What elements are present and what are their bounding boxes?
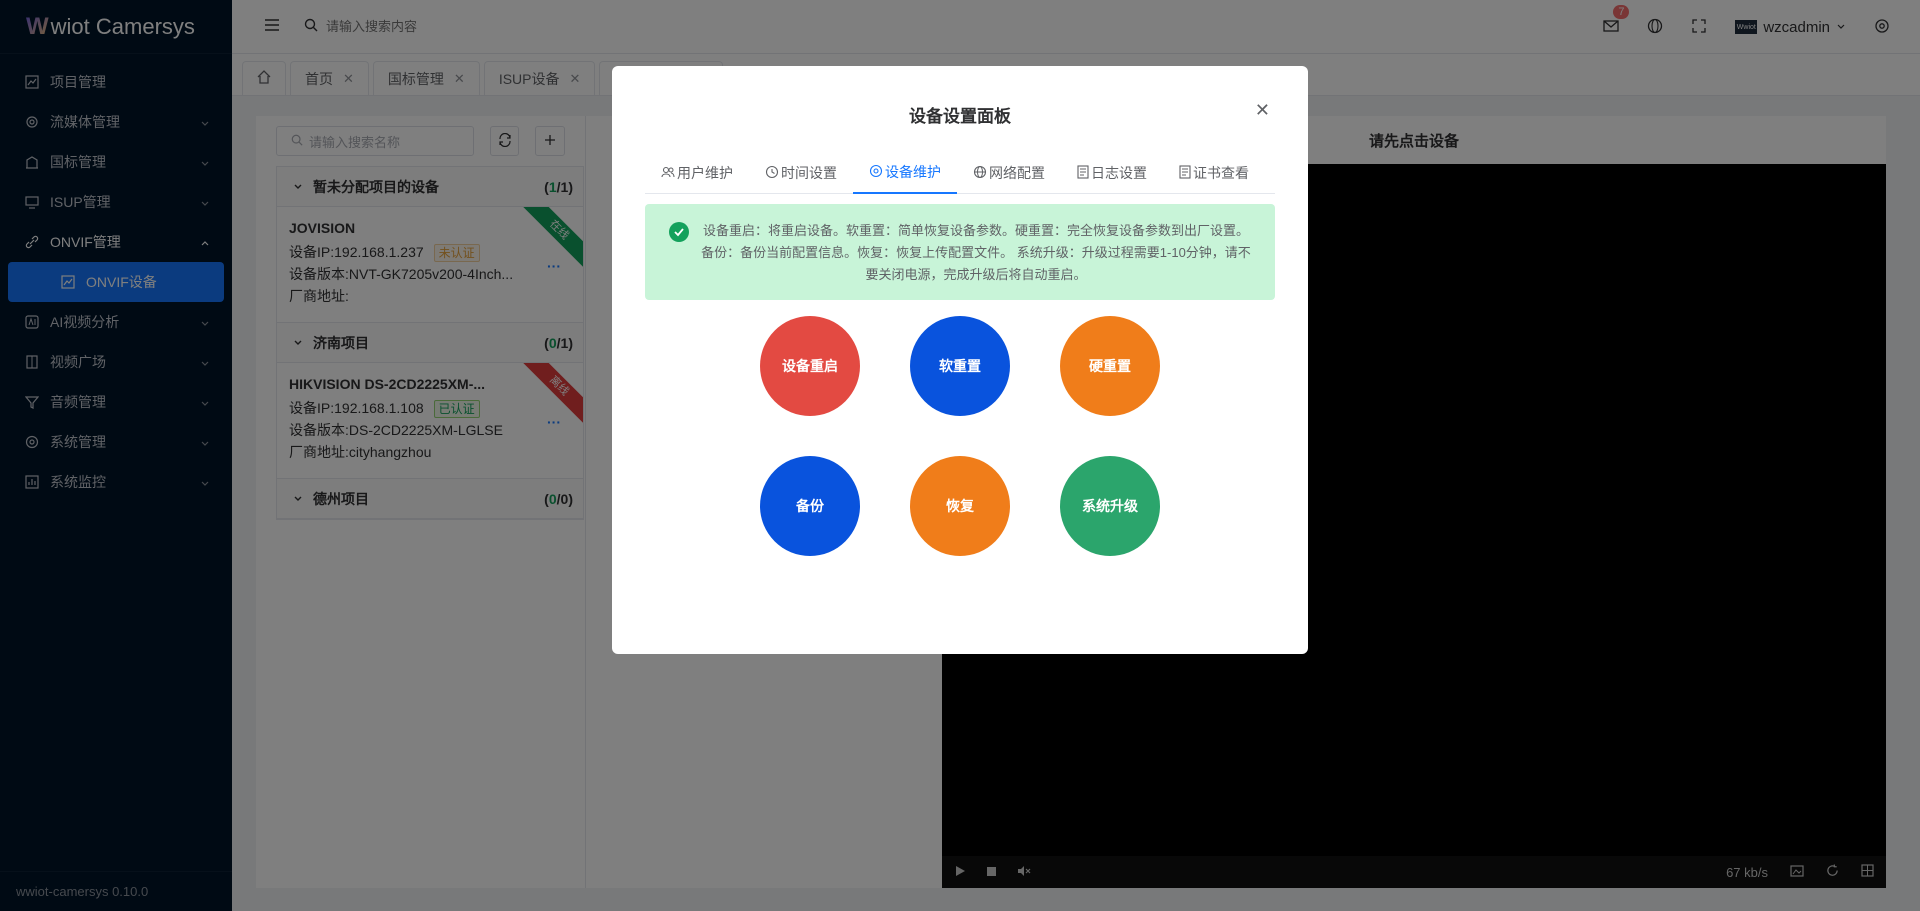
reboot-button[interactable]: 设备重启	[760, 316, 860, 416]
users-icon	[661, 165, 675, 182]
document-icon	[1179, 164, 1191, 182]
system-upgrade-button[interactable]: 系统升级	[1060, 456, 1160, 556]
clock-icon	[765, 165, 779, 182]
close-icon[interactable]: ✕	[1255, 100, 1270, 121]
device-settings-modal: 设备设置面板 ✕ 用户维护 时间设置 设备维护 网络配置 日志设置 证书查看 设…	[612, 66, 1308, 654]
modal-tabs: 用户维护 时间设置 设备维护 网络配置 日志设置 证书查看	[645, 152, 1275, 194]
tab-user-maintenance[interactable]: 用户维护	[645, 152, 749, 194]
soft-reset-button[interactable]: 软重置	[910, 316, 1010, 416]
modal-title: 设备设置面板	[909, 107, 1011, 126]
document-icon	[1077, 164, 1089, 182]
tab-certificates[interactable]: 证书查看	[1163, 152, 1265, 194]
check-circle-icon	[669, 222, 689, 242]
tab-time-settings[interactable]: 时间设置	[749, 152, 853, 194]
restore-button[interactable]: 恢复	[910, 456, 1010, 556]
alert-text: 设备重启：将重启设备。软重置：简单恢复设备参数。硬重置：完全恢复设备参数到出厂设…	[701, 223, 1251, 282]
tab-device-maintenance[interactable]: 设备维护	[853, 152, 957, 194]
action-row: 设备重启 软重置 硬重置	[760, 316, 1160, 416]
action-row: 备份 恢复 系统升级	[760, 456, 1160, 556]
tab-label: 日志设置	[1091, 165, 1147, 181]
action-buttons: 设备重启 软重置 硬重置 备份 恢复 系统升级	[760, 316, 1160, 596]
tab-label: 证书查看	[1193, 165, 1249, 181]
globe-icon	[973, 165, 987, 182]
tab-network-config[interactable]: 网络配置	[957, 152, 1061, 194]
tab-label: 时间设置	[781, 165, 837, 181]
info-alert: 设备重启：将重启设备。软重置：简单恢复设备参数。硬重置：完全恢复设备参数到出厂设…	[645, 204, 1275, 300]
tab-log-settings[interactable]: 日志设置	[1061, 152, 1163, 194]
settings-icon	[869, 164, 883, 181]
tab-label: 网络配置	[989, 165, 1045, 181]
tab-label: 用户维护	[677, 165, 733, 181]
backup-button[interactable]: 备份	[760, 456, 860, 556]
hard-reset-button[interactable]: 硬重置	[1060, 316, 1160, 416]
tab-label: 设备维护	[885, 164, 941, 180]
